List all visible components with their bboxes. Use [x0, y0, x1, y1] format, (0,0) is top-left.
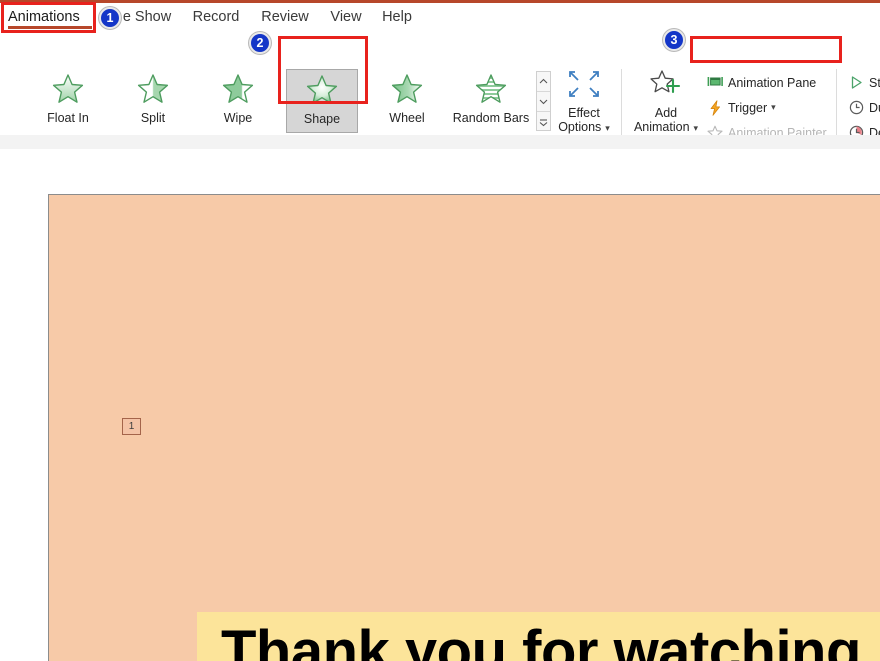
- tab-label: Help: [382, 9, 412, 25]
- animation-effect-label: Shape: [303, 112, 341, 126]
- powerpoint-window: Animations e Show Record Review View Help: [0, 0, 880, 661]
- animation-sequence-badge[interactable]: 1: [122, 418, 141, 435]
- chevron-down-icon[interactable]: ▾: [605, 123, 610, 133]
- animation-effect-random-bars[interactable]: Random Bars: [452, 69, 530, 133]
- animation-effect-label: Float In: [47, 111, 89, 125]
- timing-st-button[interactable]: St: [847, 72, 880, 93]
- animation-effect-shape[interactable]: Shape: [286, 69, 358, 133]
- add-animation-line2-text: Animation: [633, 120, 690, 134]
- clock-icon: [847, 99, 865, 117]
- wheel-star-icon: [390, 73, 424, 107]
- tab-label: Record: [192, 9, 240, 25]
- tab-label: e Show: [122, 9, 172, 25]
- tab-help[interactable]: Help: [377, 3, 417, 31]
- split-star-icon: [136, 73, 170, 107]
- timing-du-button[interactable]: Du: [847, 97, 880, 118]
- chevron-down-icon[interactable]: ▾: [771, 102, 776, 113]
- tab-view[interactable]: View: [325, 3, 367, 31]
- tab-record[interactable]: Record: [188, 3, 244, 31]
- button-label: Du: [869, 100, 880, 115]
- slide-canvas[interactable]: Thank you for watching: [48, 194, 880, 661]
- float-in-star-icon: [51, 73, 85, 107]
- animation-effect-label: Random Bars: [452, 111, 530, 125]
- wipe-star-icon: [221, 73, 255, 107]
- add-animation-label-2: Animation ▾: [634, 120, 698, 135]
- tab-label: View: [330, 9, 362, 25]
- animation-pane-icon: [706, 74, 724, 92]
- ribbon-tab-bar: Animations e Show Record Review View Help: [0, 3, 880, 31]
- effect-options-line2-text: Options: [558, 120, 602, 134]
- tab-label: Review: [261, 9, 309, 25]
- play-triangle-icon: [847, 74, 865, 92]
- button-label: St: [869, 75, 880, 90]
- tab-review[interactable]: Review: [257, 3, 313, 31]
- button-label: Trigger: [728, 100, 768, 115]
- more-options-icon[interactable]: [537, 112, 550, 132]
- button-label: Animation Pane: [728, 75, 817, 90]
- animation-effect-label: Wheel: [389, 111, 425, 125]
- slide-textbox[interactable]: Thank you for watching: [197, 612, 880, 661]
- slide-textbox-text: Thank you for watching: [221, 619, 861, 661]
- animation-effect-label: Split: [140, 111, 166, 125]
- tab-e-show[interactable]: e Show: [119, 3, 175, 31]
- random-bars-star-icon: [474, 73, 508, 107]
- animation-effect-float-in[interactable]: Float In: [32, 69, 104, 133]
- add-animation-button[interactable]: Add Animation ▾: [631, 69, 701, 135]
- four-arrows-inward-icon: [567, 69, 601, 103]
- effect-options-label-2: Options ▾: [558, 120, 610, 135]
- lightning-bolt-icon: [706, 99, 724, 117]
- ribbon: Effect Options ▾ Add Animation ▾ Float I…: [0, 31, 880, 159]
- animation-effect-label: Wipe: [223, 111, 253, 125]
- ribbon-lower-band: [0, 135, 880, 150]
- chevron-down-icon[interactable]: ▾: [694, 123, 699, 133]
- trigger-button[interactable]: Trigger ▾: [706, 97, 776, 118]
- annotation-badge-1: 1: [99, 7, 121, 29]
- animation-gallery-scrollbar[interactable]: [536, 71, 551, 131]
- annotation-badge-2: 2: [249, 32, 271, 54]
- star-plus-icon: [649, 69, 683, 103]
- tab-active-underline: [8, 26, 92, 29]
- animation-effect-wheel[interactable]: Wheel: [371, 69, 443, 133]
- animation-effect-split[interactable]: Split: [117, 69, 189, 133]
- annotation-badge-3: 3: [663, 29, 685, 51]
- animation-pane-button[interactable]: Animation Pane: [706, 72, 816, 93]
- effect-options-label-1: Effect: [568, 106, 600, 120]
- shape-star-icon: [305, 74, 339, 108]
- tab-label: Animations: [8, 9, 80, 25]
- tab-animations[interactable]: Animations: [6, 3, 94, 31]
- scroll-up-icon[interactable]: [537, 72, 550, 92]
- add-animation-label-1: Add: [654, 106, 678, 120]
- effect-options-button[interactable]: Effect Options ▾: [551, 69, 617, 135]
- scroll-down-icon[interactable]: [537, 92, 550, 112]
- animation-effect-wipe[interactable]: Wipe: [202, 69, 274, 133]
